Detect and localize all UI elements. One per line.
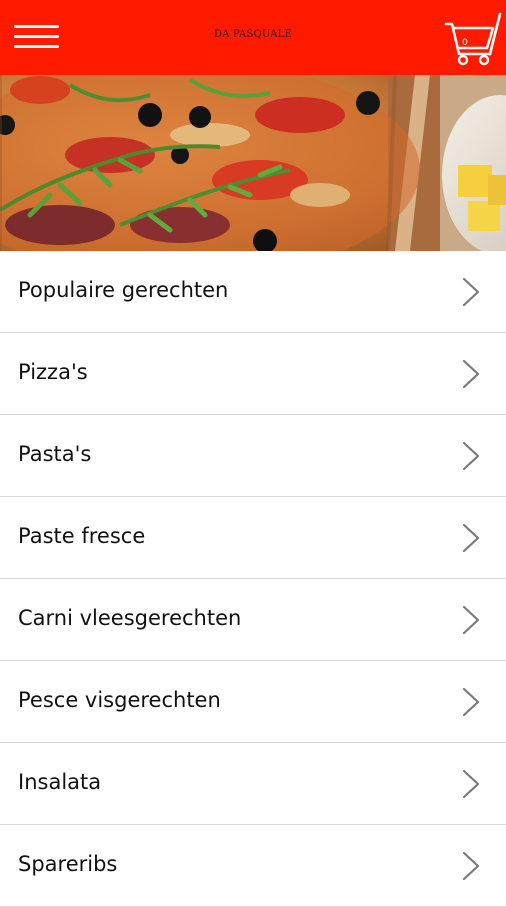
hamburger-icon-line [14,25,59,28]
chevron-right-icon [462,277,480,307]
cart-button[interactable]: 0 [444,10,502,68]
chevron-right-icon [462,687,480,717]
menu-item[interactable]: Paste fresce [0,497,506,579]
hamburger-icon-line [14,45,59,48]
menu-item[interactable]: Spareribs [0,825,506,907]
menu-item-label: Pasta's [18,442,92,466]
hero-pizza-image [0,75,506,251]
menu-item[interactable]: Populaire gerechten [0,251,506,333]
cart-count-badge: 0 [462,38,468,48]
menu-item-label: Insalata [18,770,102,794]
menu-item[interactable]: Insalata [0,743,506,825]
chevron-right-icon [462,359,480,389]
shopping-cart-icon [444,12,502,66]
menu-item-label: Paste fresce [18,524,146,548]
menu-item[interactable]: Pasta's [0,415,506,497]
menu-item[interactable]: Carni vleesgerechten [0,579,506,661]
menu-item-label: Pizza's [18,360,88,384]
restaurant-brand: DA PASQUALE [214,29,292,40]
chevron-right-icon [462,769,480,799]
menu-item-label: Spareribs [18,852,118,876]
menu-category-list: Populaire gerechten Pizza's Pasta's Past… [0,251,506,907]
menu-item-label: Populaire gerechten [18,278,229,302]
app-header: DA PASQUALE 0 [0,0,506,75]
chevron-right-icon [462,851,480,881]
menu-item-label: Pesce visgerechten [18,688,221,712]
menu-item[interactable]: Pizza's [0,333,506,415]
menu-item-label: Carni vleesgerechten [18,606,242,630]
menu-item[interactable]: Pesce visgerechten [0,661,506,743]
chevron-right-icon [462,441,480,471]
chevron-right-icon [462,523,480,553]
pizza-photo [0,75,506,251]
chevron-right-icon [462,605,480,635]
